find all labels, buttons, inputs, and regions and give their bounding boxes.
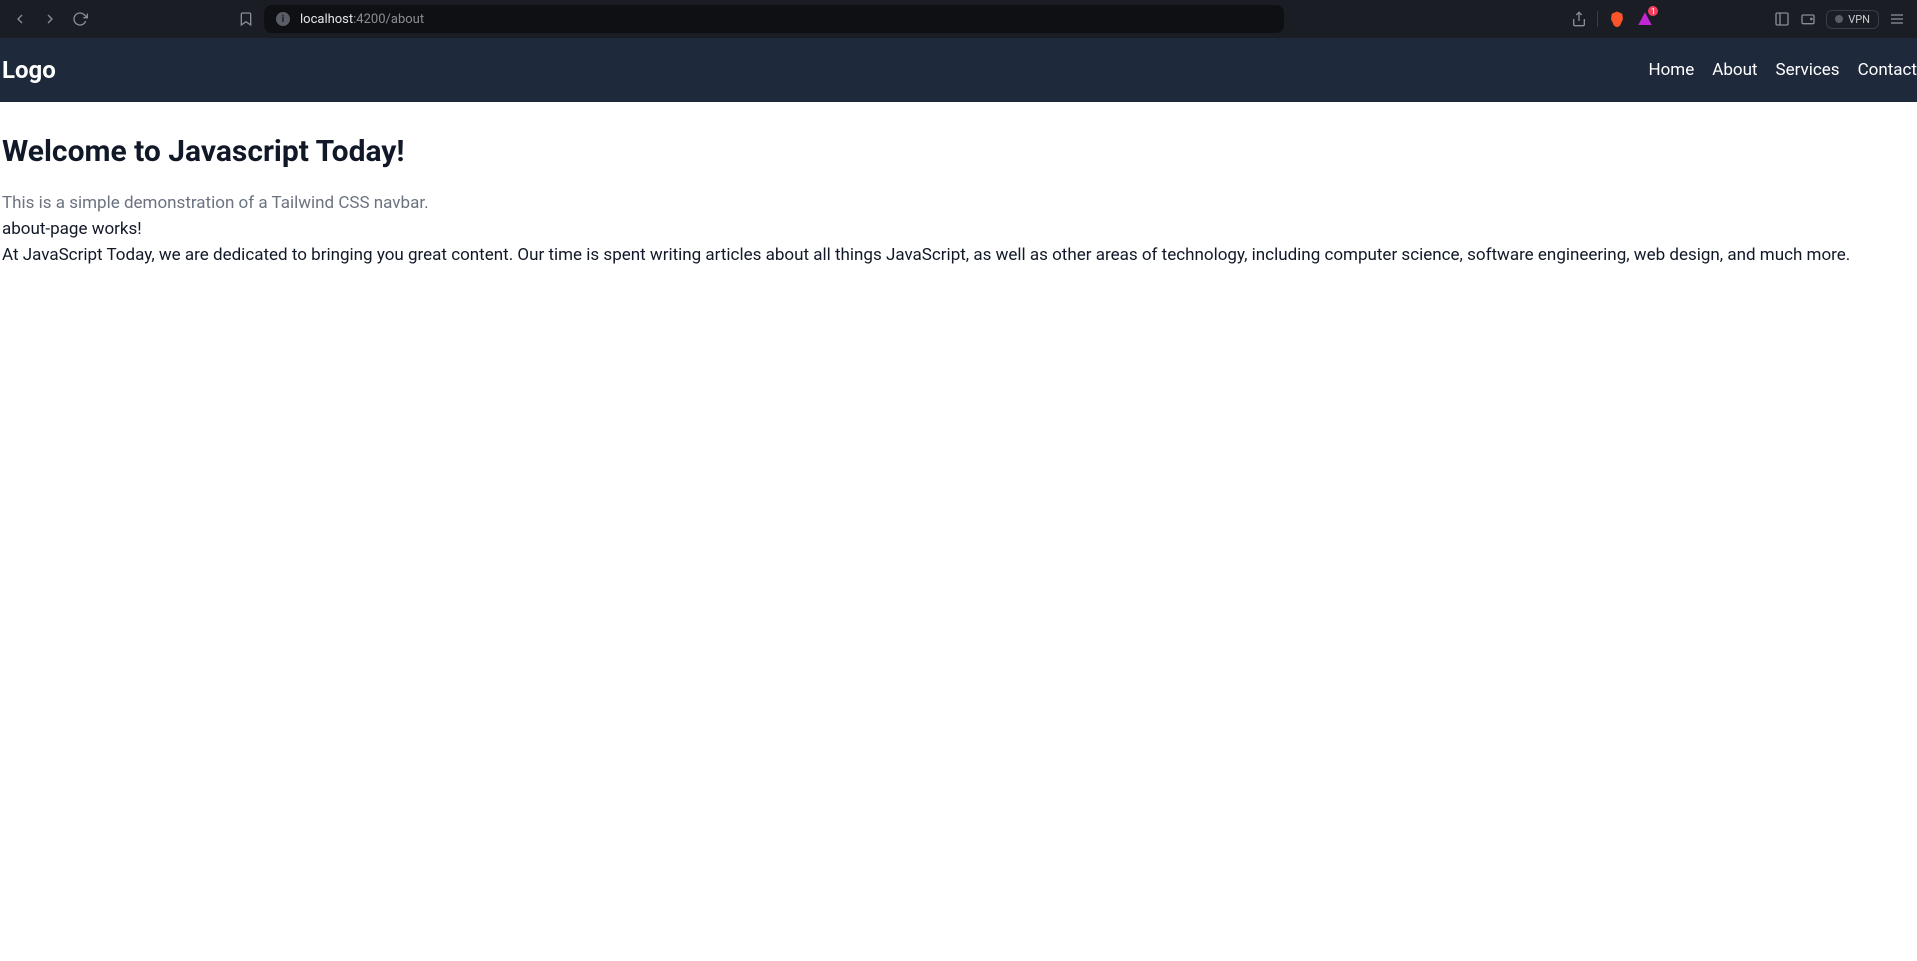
url-path: :4200/about	[353, 12, 424, 27]
browser-chrome: i localhost:4200/about 1 VPN	[0, 0, 1917, 38]
about-body: At JavaScript Today, we are dedicated to…	[0, 243, 1917, 269]
site-navbar: Logo Home About Services Contact	[0, 38, 1917, 102]
page-heading: Welcome to Javascript Today!	[0, 134, 1917, 169]
nav-link-services[interactable]: Services	[1776, 60, 1840, 80]
forward-icon[interactable]	[42, 11, 58, 27]
site-info-icon[interactable]: i	[276, 12, 290, 26]
nav-link-home[interactable]: Home	[1648, 60, 1694, 80]
vpn-status-dot	[1835, 15, 1843, 23]
reload-icon[interactable]	[72, 11, 88, 27]
url-host: localhost	[300, 12, 353, 27]
nav-links: Home About Services Contact	[1648, 60, 1917, 80]
brave-shields-icon[interactable]	[1608, 10, 1626, 28]
browser-right-controls: 1 VPN	[1571, 10, 1905, 29]
url-text: localhost:4200/about	[300, 12, 424, 27]
vpn-label: VPN	[1848, 13, 1870, 26]
back-icon[interactable]	[12, 11, 28, 27]
page-subtitle: This is a simple demonstration of a Tail…	[0, 193, 1917, 213]
extension-icon[interactable]: 1	[1636, 10, 1654, 28]
nav-link-about[interactable]: About	[1712, 60, 1757, 80]
address-bar-wrap: i localhost:4200/about	[264, 5, 1561, 33]
browser-nav-controls	[12, 11, 88, 27]
extension-badge: 1	[1648, 6, 1658, 16]
vpn-badge[interactable]: VPN	[1826, 10, 1879, 29]
sidebar-toggle-icon[interactable]	[1774, 11, 1790, 27]
separator	[1597, 11, 1598, 27]
address-bar[interactable]: i localhost:4200/about	[264, 5, 1284, 33]
nav-link-contact[interactable]: Contact	[1858, 60, 1917, 80]
share-icon[interactable]	[1571, 11, 1587, 27]
site-logo[interactable]: Logo	[2, 56, 56, 84]
about-works-line: about-page works!	[0, 217, 1917, 243]
page-content: Welcome to Javascript Today! This is a s…	[0, 102, 1917, 268]
bookmark-icon[interactable]	[238, 11, 254, 27]
wallet-icon[interactable]	[1800, 11, 1816, 27]
hamburger-menu-icon[interactable]	[1889, 11, 1905, 27]
